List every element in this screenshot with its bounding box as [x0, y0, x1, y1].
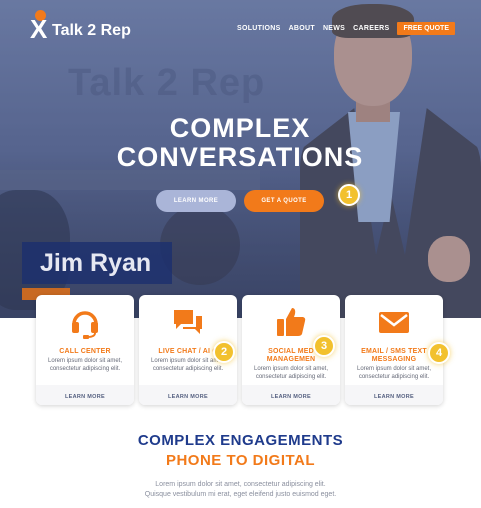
logo[interactable]: X Talk 2 Rep: [30, 10, 160, 44]
chat-bubbles-icon: [139, 305, 237, 339]
card-title: CALL CENTER: [36, 348, 134, 356]
logo-x-icon: X: [30, 14, 48, 44]
hero-title-line-2: CONVERSATIONS: [116, 142, 364, 172]
card-description: Lorem ipsum dolor sit amet, consectetur …: [356, 366, 432, 380]
hero-learn-more-button[interactable]: LEARN MORE: [156, 190, 236, 212]
marker-3: 3: [313, 335, 335, 357]
card-learn-more-link[interactable]: LEARN MORE: [242, 394, 340, 400]
marker-2: 2: [213, 341, 235, 363]
main-nav: SOLUTIONS ABOUT NEWS CAREERS FREE QUOTE: [237, 22, 455, 35]
card-learn-more-link[interactable]: LEARN MORE: [345, 394, 443, 400]
section-subtitle: PHONE TO DIGITAL: [165, 452, 316, 469]
presenter-nameplate: Jim Ryan: [22, 242, 172, 284]
card-title-line-1: CALL CENTER: [59, 348, 111, 355]
card-call-center[interactable]: CALL CENTER Lorem ipsum dolor sit amet, …: [36, 295, 134, 405]
get-a-quote-button[interactable]: GET A QUOTE: [244, 190, 324, 212]
envelope-icon: [345, 305, 443, 339]
nav-about[interactable]: ABOUT: [289, 25, 315, 32]
nav-news[interactable]: NEWS: [323, 25, 345, 32]
card-learn-more-link[interactable]: LEARN MORE: [139, 394, 237, 400]
free-quote-button[interactable]: FREE QUOTE: [397, 22, 455, 35]
section-text-line-2: Quisque vestibulum mi erat, eget eleifen…: [144, 491, 337, 498]
headset-icon: [36, 305, 134, 339]
section-text-line-1: Lorem ipsum dolor sit amet, consectetur …: [155, 481, 326, 488]
card-learn-more-link[interactable]: LEARN MORE: [36, 394, 134, 400]
nav-solutions[interactable]: SOLUTIONS: [237, 25, 281, 32]
marker-1: 1: [338, 184, 360, 206]
hero-title-line-1: COMPLEX: [169, 113, 311, 143]
card-description: Lorem ipsum dolor sit amet, consectetur …: [253, 366, 329, 380]
card-title-line-2: MANAGEMEN: [266, 356, 316, 363]
card-description: Lorem ipsum dolor sit amet, consectetur …: [47, 358, 123, 372]
logo-text: Talk 2 Rep: [52, 22, 131, 39]
section-title: COMPLEX ENGAGEMENTS: [137, 432, 344, 449]
thumbs-up-icon: [242, 305, 340, 339]
marker-4: 4: [428, 342, 450, 364]
nav-careers[interactable]: CAREERS: [353, 25, 389, 32]
hero-title: COMPLEX CONVERSATIONS: [100, 114, 380, 172]
